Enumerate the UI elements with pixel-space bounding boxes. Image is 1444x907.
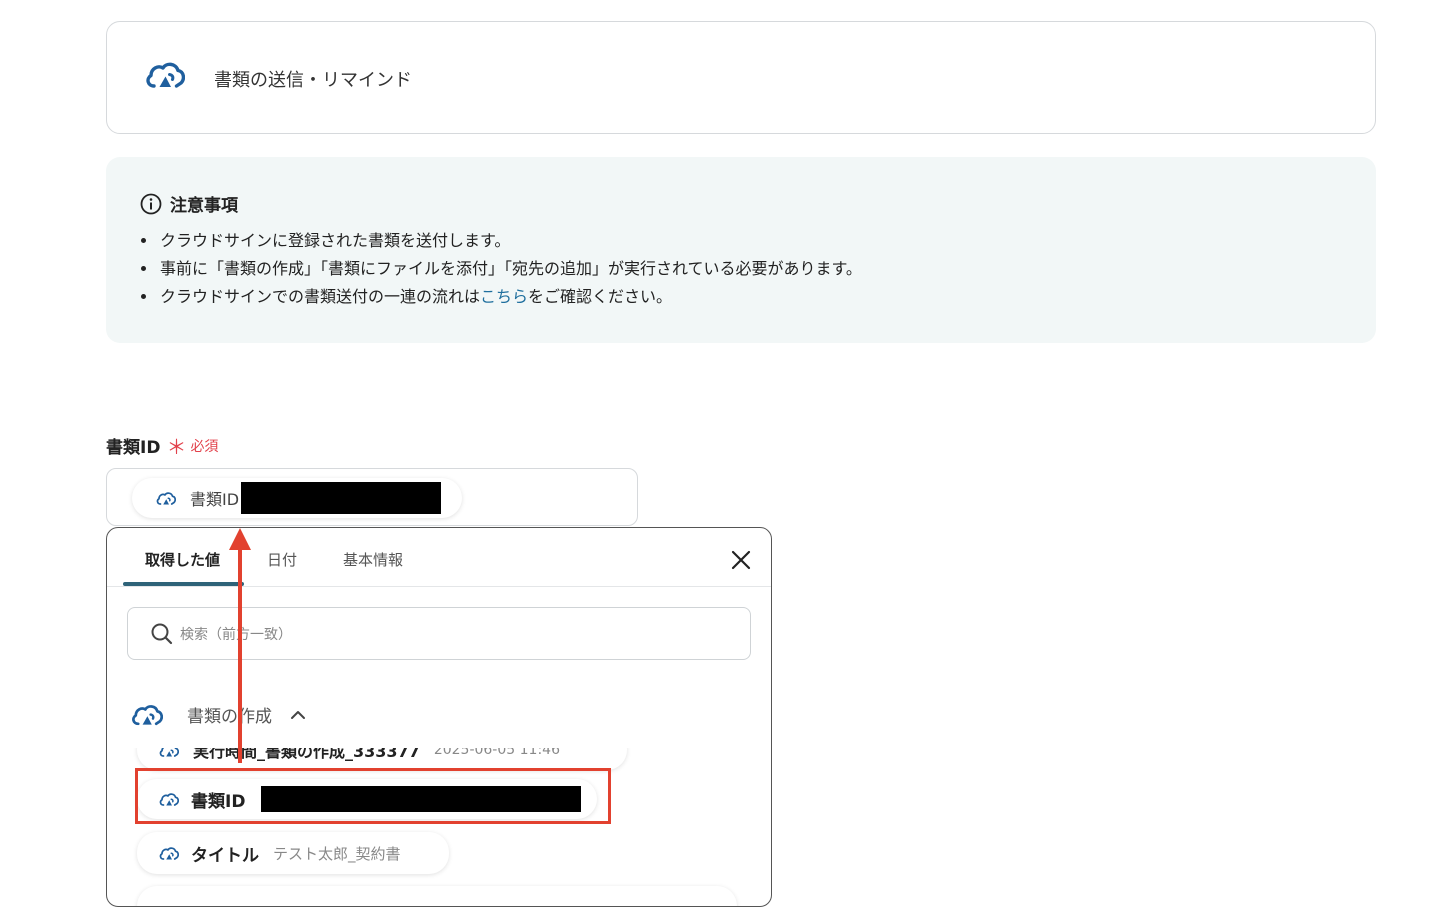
annotation-arrow-icon <box>229 528 251 763</box>
cloudsign-logo-icon <box>159 846 179 861</box>
cloudsign-logo-icon <box>145 60 185 90</box>
active-tab-indicator <box>123 582 244 586</box>
notice-item: クラウドサインでの書類送付の一連の流れはこちらをご確認ください。 <box>158 283 862 311</box>
redacted-value <box>241 482 442 514</box>
info-icon <box>140 193 162 214</box>
notice-item: クラウドサインに登録された書類を送付します。 <box>158 227 862 255</box>
search-input[interactable] <box>178 620 722 650</box>
search-icon <box>151 623 173 645</box>
required-mark: ＊ <box>166 435 187 459</box>
field-label-text: 書類ID <box>106 438 161 458</box>
value-chip-exec-time[interactable]: 実行時間_書類の作成_333377 2025-06-05 11:46 <box>137 748 627 770</box>
notice-header: 注意事項 <box>140 191 238 216</box>
chip-value: テスト太郎_契約書 <box>273 844 401 863</box>
action-title: 書類の送信・リマインド <box>214 70 412 91</box>
cloudsign-logo-icon <box>131 703 163 727</box>
chip-label: タイトル <box>191 845 259 866</box>
document-id-label: 書類ID ＊ 必須 <box>106 431 218 460</box>
tab-acquired-values[interactable]: 取得した値 <box>145 549 220 570</box>
chevron-up-icon[interactable] <box>290 710 306 720</box>
flow-link[interactable]: こちら <box>480 287 528 306</box>
highlight-box <box>135 768 611 824</box>
notice-list: クラウドサインに登録された書類を送付します。 事前に「書類の作成」「書類にファイ… <box>140 227 862 311</box>
tab-bar: 取得した値 日付 基本情報 <box>107 528 771 587</box>
group-header-create-document[interactable]: 書類の作成 <box>131 702 306 727</box>
chip-value: 2025-06-05 11:46 <box>433 748 560 758</box>
notice-box: 注意事項 クラウドサインに登録された書類を送付します。 事前に「書類の作成」「書… <box>106 157 1376 343</box>
notice-text: をご確認ください。 <box>528 287 673 306</box>
tab-date[interactable]: 日付 <box>267 549 297 570</box>
notice-title: 注意事項 <box>170 196 238 216</box>
cloudsign-logo-icon <box>156 491 176 506</box>
document-id-input[interactable]: 書類ID <box>106 468 638 526</box>
search-box[interactable] <box>127 607 751 660</box>
action-card[interactable]: 書類の送信・リマインド <box>106 21 1376 134</box>
chip-label: 書類ID <box>190 490 240 509</box>
value-chip-next[interactable] <box>137 886 737 906</box>
notice-text: クラウドサインでの書類送付の一連の流れは <box>160 287 481 306</box>
close-icon[interactable] <box>729 548 753 572</box>
selected-value-chip[interactable]: 書類ID <box>132 478 462 518</box>
cloudsign-logo-icon <box>159 748 179 758</box>
tab-basic-info[interactable]: 基本情報 <box>343 549 403 570</box>
required-badge: 必須 <box>190 438 219 455</box>
value-chip-title[interactable]: タイトル テスト太郎_契約書 <box>137 832 449 874</box>
notice-item: 事前に「書類の作成」「書類にファイルを添付」「宛先の追加」が実行されている必要が… <box>158 255 862 283</box>
value-picker-panel: 取得した値 日付 基本情報 書類の作成 実行時間_書類の作成_333377 20… <box>106 527 772 907</box>
